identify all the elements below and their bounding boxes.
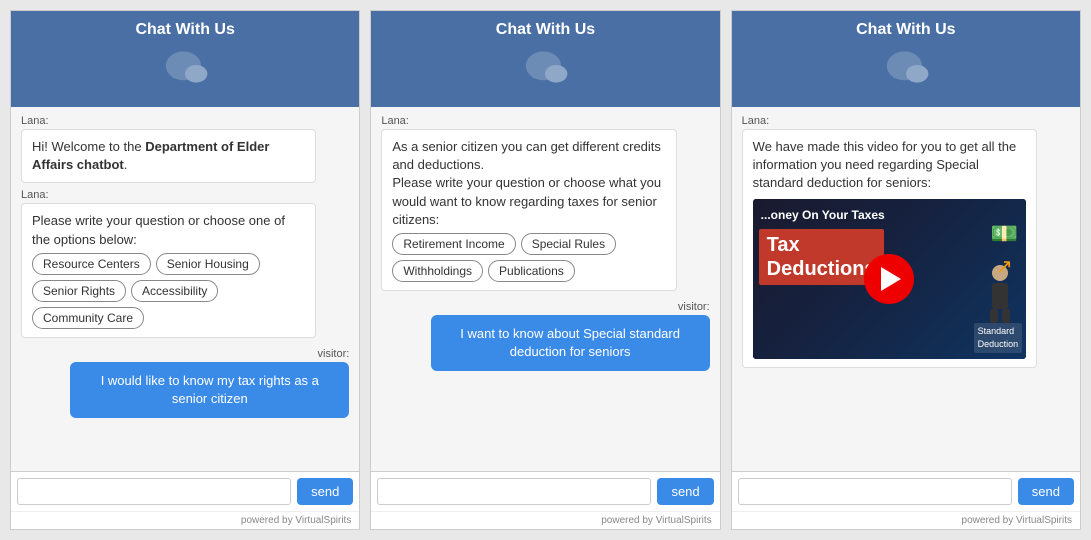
bot-message-3a: Lana: We have made this video for you to…: [742, 115, 1070, 368]
send-button-3[interactable]: send: [1018, 478, 1074, 505]
bot-message-2a: Lana: As a senior citizen you can get di…: [381, 115, 709, 291]
visitor-message-1: visitor: I would like to know my tax rig…: [21, 348, 349, 418]
bot-bubble: Please write your question or choose one…: [21, 203, 316, 337]
option-senior-housing[interactable]: Senior Housing: [156, 253, 260, 275]
visitor-label: visitor:: [318, 348, 350, 360]
options-row-2: Retirement Income Special Rules Withhold…: [392, 233, 665, 282]
powered-by-1: powered by VirtualSpirits: [11, 511, 359, 529]
chat-messages-3: Lana: We have made this video for you to…: [732, 107, 1080, 471]
bot-message-1a: Lana: Hi! Welcome to the Department of E…: [21, 115, 349, 183]
bot-bubble: Hi! Welcome to the Department of Elder A…: [21, 129, 316, 183]
visitor-bubble: I would like to know my tax rights as a …: [70, 362, 349, 418]
chat-input-area-1: send: [11, 471, 359, 511]
bot-bubble-3: We have made this video for you to get a…: [742, 129, 1037, 368]
chat-widget-2: Chat With Us Lana: As a senior citizen y…: [370, 10, 720, 530]
option-retirement-income[interactable]: Retirement Income: [392, 233, 515, 255]
powered-by-3: powered by VirtualSpirits: [732, 511, 1080, 529]
visitor-message-2: visitor: I want to know about Special st…: [381, 301, 709, 371]
chat-widget-1: Chat With Us Lana: Hi! Welcome to the De…: [10, 10, 360, 530]
chat-title-2: Chat With Us: [496, 21, 595, 39]
option-publications[interactable]: Publications: [488, 260, 575, 282]
option-special-rules[interactable]: Special Rules: [521, 233, 616, 255]
option-accessibility[interactable]: Accessibility: [131, 280, 218, 302]
sender-label: Lana:: [381, 115, 709, 127]
arrow-icon: ↗: [996, 253, 1013, 281]
chat-header-3: Chat With Us: [732, 11, 1080, 107]
chat-input-area-3: send: [732, 471, 1080, 511]
chat-icon-3: [882, 45, 930, 93]
play-button[interactable]: [864, 254, 914, 304]
visitor-label-2: visitor:: [678, 301, 710, 313]
option-resource-centers[interactable]: Resource Centers: [32, 253, 151, 275]
chat-messages-1: Lana: Hi! Welcome to the Department of E…: [11, 107, 359, 471]
dollar-icon: 💵: [991, 219, 1018, 250]
chat-input-2[interactable]: [377, 478, 651, 505]
sender-label: Lana:: [21, 115, 349, 127]
option-community-care[interactable]: Community Care: [32, 307, 144, 329]
chat-input-area-2: send: [371, 471, 719, 511]
send-button-1[interactable]: send: [297, 478, 353, 505]
send-button-2[interactable]: send: [657, 478, 713, 505]
sender-label: Lana:: [21, 189, 349, 201]
chat-title-3: Chat With Us: [856, 21, 955, 39]
video-thumbnail[interactable]: ...oney On Your Taxes TaxDeductions 💵 ↗ …: [753, 199, 1026, 359]
option-senior-rights[interactable]: Senior Rights: [32, 280, 126, 302]
bot-message-1b: Lana: Please write your question or choo…: [21, 189, 349, 337]
chat-title-1: Chat With Us: [135, 21, 234, 39]
chat-input-3[interactable]: [738, 478, 1012, 505]
visitor-bubble-2: I want to know about Special standard de…: [431, 315, 710, 371]
chat-header-2: Chat With Us: [371, 11, 719, 107]
sender-label-3: Lana:: [742, 115, 1070, 127]
play-triangle: [881, 267, 901, 291]
bot-text: As a senior citizen you can get differen…: [392, 138, 665, 229]
powered-by-2: powered by VirtualSpirits: [371, 511, 719, 529]
chat-messages-2: Lana: As a senior citizen you can get di…: [371, 107, 719, 471]
bot-bubble: As a senior citizen you can get differen…: [381, 129, 676, 291]
prompt-text: Please write your question or choose one…: [32, 212, 305, 248]
options-row: Resource Centers Senior Housing Senior R…: [32, 253, 305, 329]
bot-text-3: We have made this video for you to get a…: [753, 138, 1026, 193]
money-icons: 💵 ↗: [991, 219, 1018, 282]
chat-header-1: Chat With Us: [11, 11, 359, 107]
chat-widget-3: Chat With Us Lana: We have made this vid…: [731, 10, 1081, 530]
chat-icon-2: [521, 45, 569, 93]
option-withholdings[interactable]: Withholdings: [392, 260, 483, 282]
chat-icon-1: [161, 45, 209, 93]
video-title-overlay: ...oney On Your Taxes: [761, 207, 885, 224]
video-bg: ...oney On Your Taxes TaxDeductions 💵 ↗ …: [753, 199, 1026, 359]
chat-input-1[interactable]: [17, 478, 291, 505]
